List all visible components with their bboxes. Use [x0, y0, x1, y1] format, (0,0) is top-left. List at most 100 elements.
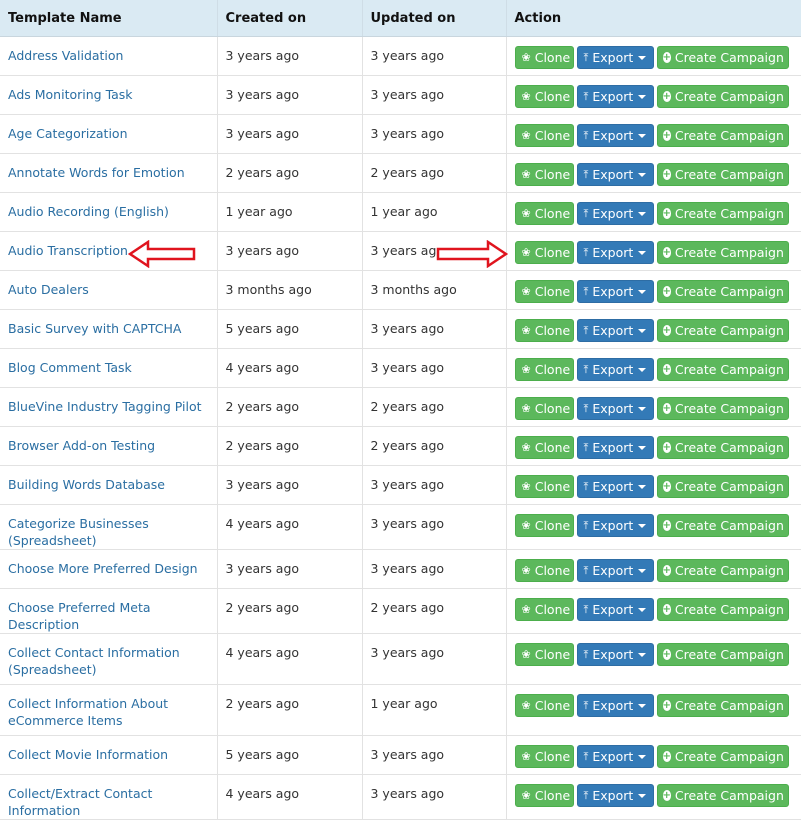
export-button[interactable]: ⤒ Export	[576, 46, 654, 69]
created-on-cell: 5 years ago	[217, 309, 363, 349]
table-row: Blog Comment Task 4 years ago 3 years ago ❀…	[0, 348, 801, 388]
clone-button[interactable]: ❀ Clone	[514, 514, 574, 537]
clone-button[interactable]: ❀ Clone	[514, 358, 574, 381]
create-campaign-button[interactable]: + Create Campaign	[656, 559, 797, 582]
table-body: Address Validation 3 years ago 3 years ago…	[0, 36, 801, 820]
caret-down-icon	[638, 250, 647, 255]
export-button[interactable]: ⤒ Export	[576, 784, 654, 807]
created-on-cell: 3 years ago	[217, 75, 363, 115]
clone-button[interactable]: ❀ Clone	[514, 85, 574, 108]
export-button[interactable]: ⤒ Export	[576, 202, 654, 225]
create-campaign-button[interactable]: + Create Campaign	[656, 46, 797, 69]
create-campaign-button[interactable]: + Create Campaign	[656, 163, 797, 186]
caret-down-icon	[788, 445, 797, 450]
create-campaign-button[interactable]: + Create Campaign	[656, 475, 797, 498]
action-cell: ❀ Clone ⤒ Export + Create Campaign	[506, 588, 801, 634]
plus-circle-icon: +	[662, 363, 671, 375]
created-on-cell: 3 years ago	[217, 465, 363, 505]
template-name-link[interactable]: Auto Dealers	[0, 270, 218, 310]
clone-button[interactable]: ❀ Clone	[514, 397, 574, 420]
create-campaign-button[interactable]: + Create Campaign	[656, 124, 797, 147]
clone-button[interactable]: ❀ Clone	[514, 280, 574, 303]
export-button[interactable]: ⤒ Export	[576, 85, 654, 108]
clone-button[interactable]: ❀ Clone	[514, 46, 574, 69]
template-name-link[interactable]: Ads Monitoring Task	[0, 75, 218, 115]
create-campaign-button[interactable]: + Create Campaign	[656, 598, 797, 621]
create-campaign-button[interactable]: + Create Campaign	[656, 514, 797, 537]
template-name-link[interactable]: Choose Preferred Meta Description	[0, 588, 218, 634]
header-updated-on[interactable]: Updated on	[362, 0, 507, 37]
export-button[interactable]: ⤒ Export	[576, 559, 654, 582]
caret-down-icon	[638, 607, 647, 612]
table-row: Audio Recording (English) 1 year ago 1 yea…	[0, 192, 801, 232]
export-label: Export	[592, 518, 634, 533]
clone-button[interactable]: ❀ Clone	[514, 319, 574, 342]
template-name-link[interactable]: Collect Contact Information (Spreadsheet…	[0, 633, 218, 685]
export-button[interactable]: ⤒ Export	[576, 598, 654, 621]
template-name-link[interactable]: Choose More Preferred Design	[0, 549, 218, 589]
template-name-link[interactable]: Blog Comment Task	[0, 348, 218, 388]
caret-down-icon	[638, 793, 647, 798]
action-cell: ❀ Clone ⤒ Export + Create Campaign	[506, 309, 801, 349]
plus-circle-icon: +	[662, 246, 671, 258]
template-name-link[interactable]: Age Categorization	[0, 114, 218, 154]
create-campaign-button[interactable]: + Create Campaign	[656, 397, 797, 420]
clone-button[interactable]: ❀ Clone	[514, 163, 574, 186]
clone-button[interactable]: ❀ Clone	[514, 694, 574, 717]
export-button[interactable]: ⤒ Export	[576, 694, 654, 717]
export-button[interactable]: ⤒ Export	[576, 514, 654, 537]
create-campaign-button[interactable]: + Create Campaign	[656, 85, 797, 108]
export-button[interactable]: ⤒ Export	[576, 280, 654, 303]
template-name-link[interactable]: Collect/Extract Contact Information	[0, 774, 218, 820]
create-campaign-button[interactable]: + Create Campaign	[656, 784, 797, 807]
template-name-link[interactable]: Categorize Businesses (Spreadsheet)	[0, 504, 218, 550]
clone-button[interactable]: ❀ Clone	[514, 241, 574, 264]
template-name-link[interactable]: Collect Information About eCommerce Item…	[0, 684, 218, 736]
clone-button[interactable]: ❀ Clone	[514, 643, 574, 666]
create-campaign-button[interactable]: + Create Campaign	[656, 436, 797, 459]
template-name-link[interactable]: Browser Add-on Testing	[0, 426, 218, 466]
leaf-icon: ❀	[521, 519, 531, 532]
clone-button[interactable]: ❀ Clone	[514, 475, 574, 498]
create-campaign-button[interactable]: + Create Campaign	[656, 358, 797, 381]
export-button[interactable]: ⤒ Export	[576, 436, 654, 459]
export-button[interactable]: ⤒ Export	[576, 643, 654, 666]
create-campaign-button[interactable]: + Create Campaign	[656, 643, 797, 666]
template-name-link[interactable]: Basic Survey with CAPTCHA	[0, 309, 218, 349]
create-campaign-button[interactable]: + Create Campaign	[656, 280, 797, 303]
export-button[interactable]: ⤒ Export	[576, 475, 654, 498]
create-campaign-button[interactable]: + Create Campaign	[656, 745, 797, 768]
clone-button[interactable]: ❀ Clone	[514, 559, 574, 582]
template-name-link[interactable]: Building Words Database	[0, 465, 218, 505]
caret-down-icon	[788, 172, 797, 177]
create-campaign-button[interactable]: + Create Campaign	[656, 694, 797, 717]
clone-button[interactable]: ❀ Clone	[514, 598, 574, 621]
created-on-cell: 3 years ago	[217, 231, 363, 271]
template-name-link[interactable]: Collect Movie Information	[0, 735, 218, 775]
create-campaign-label: Create Campaign	[674, 167, 784, 182]
create-campaign-button[interactable]: + Create Campaign	[656, 202, 797, 225]
create-campaign-button[interactable]: + Create Campaign	[656, 319, 797, 342]
header-created-on[interactable]: Created on	[217, 0, 363, 37]
export-button[interactable]: ⤒ Export	[576, 163, 654, 186]
export-button[interactable]: ⤒ Export	[576, 358, 654, 381]
export-button[interactable]: ⤒ Export	[576, 319, 654, 342]
export-button[interactable]: ⤒ Export	[576, 124, 654, 147]
create-campaign-label: Create Campaign	[674, 518, 784, 533]
template-name-link[interactable]: Annotate Words for Emotion	[0, 153, 218, 193]
template-name-link[interactable]: Address Validation	[0, 36, 218, 76]
clone-button[interactable]: ❀ Clone	[514, 202, 574, 225]
header-template-name[interactable]: Template Name	[0, 0, 218, 37]
leaf-icon: ❀	[521, 129, 531, 142]
clone-button[interactable]: ❀ Clone	[514, 124, 574, 147]
template-name-link[interactable]: Audio Recording (English)	[0, 192, 218, 232]
export-button[interactable]: ⤒ Export	[576, 241, 654, 264]
template-name-link[interactable]: BlueVine Industry Tagging Pilot	[0, 387, 218, 427]
export-button[interactable]: ⤒ Export	[576, 745, 654, 768]
clone-button[interactable]: ❀ Clone	[514, 436, 574, 459]
create-campaign-label: Create Campaign	[674, 323, 784, 338]
create-campaign-button[interactable]: + Create Campaign	[656, 241, 797, 264]
clone-button[interactable]: ❀ Clone	[514, 745, 574, 768]
export-button[interactable]: ⤒ Export	[576, 397, 654, 420]
clone-button[interactable]: ❀ Clone	[514, 784, 574, 807]
